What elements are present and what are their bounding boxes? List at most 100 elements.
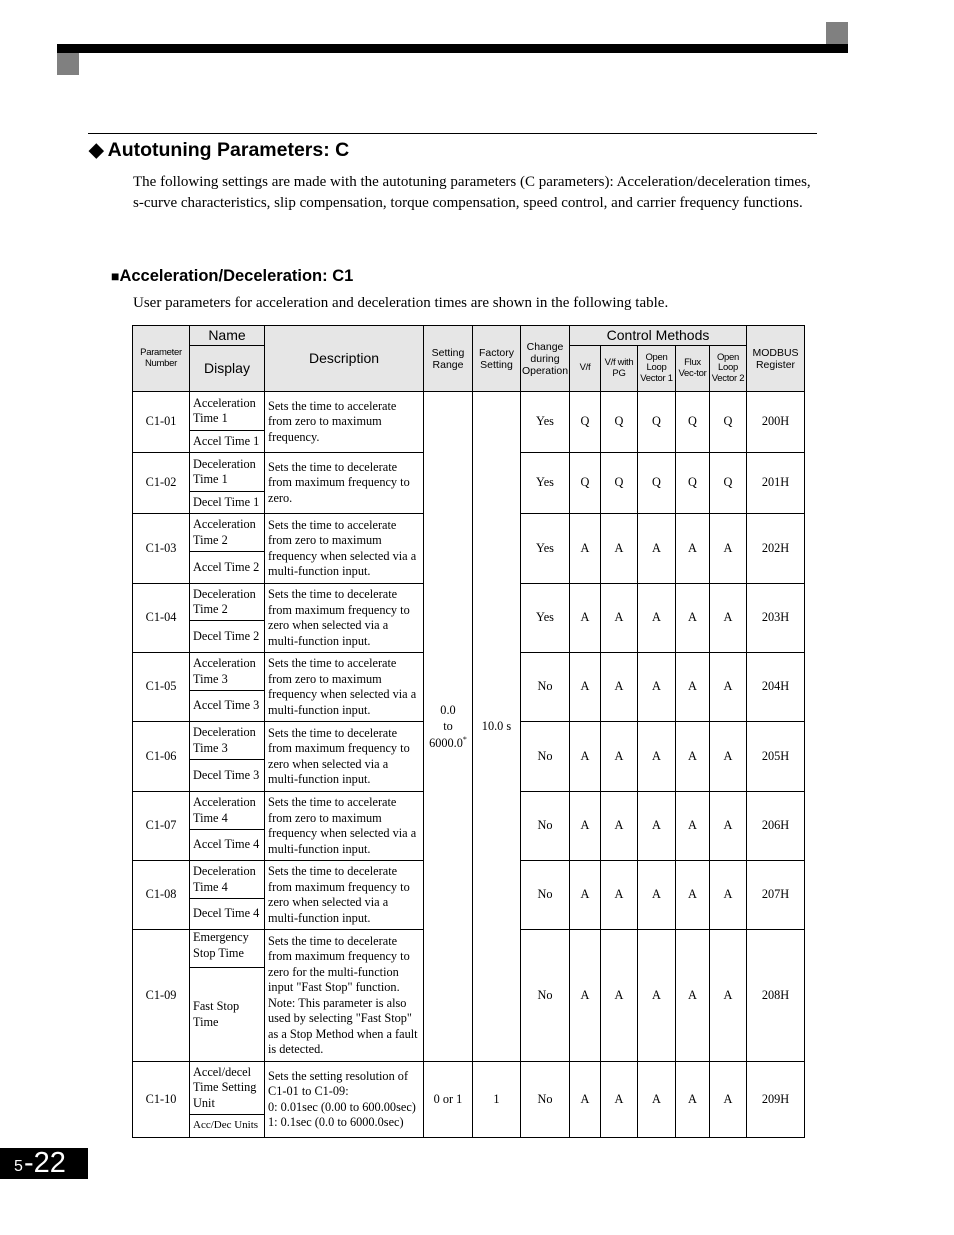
row-method-4: A xyxy=(675,860,710,930)
row-method-1: A xyxy=(569,791,601,861)
row-method-4: A xyxy=(675,791,710,861)
setting-range-merged: 0.0 to 6000.0* xyxy=(423,391,473,1062)
row-description-text: Sets the time to decelerate from maximum… xyxy=(268,725,410,787)
row-modbus-register: 206H xyxy=(746,791,805,861)
header-modbus-register-text: MODBUS Register xyxy=(752,346,799,371)
header-setting-range: Setting Range xyxy=(423,325,473,392)
row-method-1-text: A xyxy=(580,887,590,902)
header-name: Name xyxy=(189,325,265,346)
row-display: Decel Time 3 xyxy=(189,759,265,792)
row-method-4: A xyxy=(675,1061,710,1138)
row-param-number-text: C1-05 xyxy=(145,679,177,694)
row-name: Acceleration Time 4 xyxy=(189,791,265,830)
row-name: Acceleration Time 3 xyxy=(189,652,265,691)
row-change-during-operation-text: No xyxy=(537,748,553,763)
row-modbus-register-text: 204H xyxy=(761,679,790,694)
row-method-1: A xyxy=(569,721,601,792)
row-change-during-operation-text: Yes xyxy=(536,475,554,490)
header-setting-range-text: Setting Range xyxy=(431,346,465,371)
row-display: Accel Time 4 xyxy=(189,829,265,861)
row-name-text: Accel/decel Time Setting Unit xyxy=(193,1064,257,1110)
row-display: Accel Time 1 xyxy=(189,430,265,453)
row-method-5: A xyxy=(709,1061,747,1138)
row-change-during-operation: Yes xyxy=(520,583,570,653)
row-change-during-operation-text: Yes xyxy=(536,610,554,625)
row-display-text: Accel Time 2 xyxy=(193,559,260,574)
header-method-5: Open Loop Vector 2 xyxy=(709,345,747,392)
row-method-5: A xyxy=(709,583,747,653)
row-name: Deceleration Time 1 xyxy=(189,452,265,492)
row-description-text: Sets the time to decelerate from maximum… xyxy=(268,587,410,648)
row-display: Decel Time 2 xyxy=(189,620,265,653)
row-display: Fast Stop Time xyxy=(189,967,265,1062)
row-display-text: Decel Time 4 xyxy=(193,906,260,921)
row-method-2: Q xyxy=(600,452,638,514)
row-change-during-operation: No xyxy=(520,791,570,861)
row-param-number-text: C1-01 xyxy=(145,414,177,429)
row-description: Sets the time to accelerate from zero to… xyxy=(264,652,424,722)
row-param-number: C1-09 xyxy=(132,929,190,1062)
row-method-3-text: A xyxy=(652,1091,661,1106)
row-change-during-operation-text: No xyxy=(537,987,553,1002)
row-method-5-text: A xyxy=(723,540,733,555)
row-note-label: Note: xyxy=(268,995,296,1010)
header-display: Display xyxy=(189,345,265,392)
page-number-box: 5 -22 xyxy=(0,1147,88,1179)
row-method-2: A xyxy=(600,652,638,722)
row-method-5-text: A xyxy=(723,610,733,625)
row-method-3: A xyxy=(637,929,676,1062)
row-description-text: Sets the time to accelerate from zero to… xyxy=(268,517,417,579)
header-method-1-text: V/f xyxy=(579,362,591,374)
row-change-during-operation-text: No xyxy=(537,887,553,902)
row-description-text: Sets the time to decelerate from maximum… xyxy=(268,459,410,505)
row-name: Acceleration Time 1 xyxy=(189,391,265,431)
row-display: Accel Time 3 xyxy=(189,690,265,722)
row-display-text: Decel Time 2 xyxy=(193,628,260,643)
row-name: Acceleration Time 2 xyxy=(189,513,265,552)
row-method-3-text: Q xyxy=(652,414,661,429)
header-display-text: Display xyxy=(204,359,250,376)
row-method-3: A xyxy=(637,513,676,584)
row-method-1-text: A xyxy=(580,818,590,833)
header-factory-setting: Factory Setting xyxy=(472,325,521,392)
row-method-4-text: Q xyxy=(688,475,697,490)
row-method-1: Q xyxy=(569,391,601,453)
row-method-5: A xyxy=(709,860,747,930)
row-name: Deceleration Time 3 xyxy=(189,721,265,760)
row-method-5-text: Q xyxy=(723,414,733,429)
row-param-number: C1-10 xyxy=(132,1061,190,1138)
row-modbus-register: 202H xyxy=(746,513,805,584)
row-method-4-text: A xyxy=(688,887,697,902)
row-method-4: A xyxy=(675,652,710,722)
row-modbus-register-text: 201H xyxy=(761,475,790,490)
row-method-5: A xyxy=(709,652,747,722)
row-change-during-operation: No xyxy=(520,652,570,722)
row-method-3-text: Q xyxy=(652,475,661,490)
row-modbus-register-text: 200H xyxy=(761,414,790,429)
row-method-1: A xyxy=(569,860,601,930)
header-method-4-text: Flux Vec-tor xyxy=(678,357,707,379)
row-description: Sets the time to decelerate from maximum… xyxy=(264,860,424,930)
row-change-during-operation-text: Yes xyxy=(536,540,554,555)
row-method-5: Q xyxy=(709,452,747,514)
row-change-during-operation: Yes xyxy=(520,513,570,584)
row-method-2-text: A xyxy=(614,887,624,902)
row-modbus-register-text: 205H xyxy=(761,748,790,763)
row-change-during-operation: No xyxy=(520,860,570,930)
row-method-4-text: Q xyxy=(688,414,697,429)
header-method-5-text: Open Loop Vector 2 xyxy=(711,351,745,384)
row-method-2-text: Q xyxy=(614,475,624,490)
row-method-2: A xyxy=(600,721,638,792)
row-param-number-text: C1-08 xyxy=(145,887,177,902)
header-parameter-number-text: Parameter Number xyxy=(140,347,182,369)
row-description: Sets the time to decelerate from maximum… xyxy=(264,721,424,792)
row-display-text: Decel Time 1 xyxy=(193,494,260,509)
row-method-3-text: A xyxy=(652,818,661,833)
row-method-2: A xyxy=(600,860,638,930)
header-method-4: Flux Vec-tor xyxy=(675,345,710,392)
row-param-number-text: C1-03 xyxy=(145,540,177,555)
row-method-1-text: Q xyxy=(580,475,590,490)
row-method-1-text: A xyxy=(580,748,590,763)
header-method-3: Open Loop Vector 1 xyxy=(637,345,676,392)
row-param-number: C1-02 xyxy=(132,452,190,514)
